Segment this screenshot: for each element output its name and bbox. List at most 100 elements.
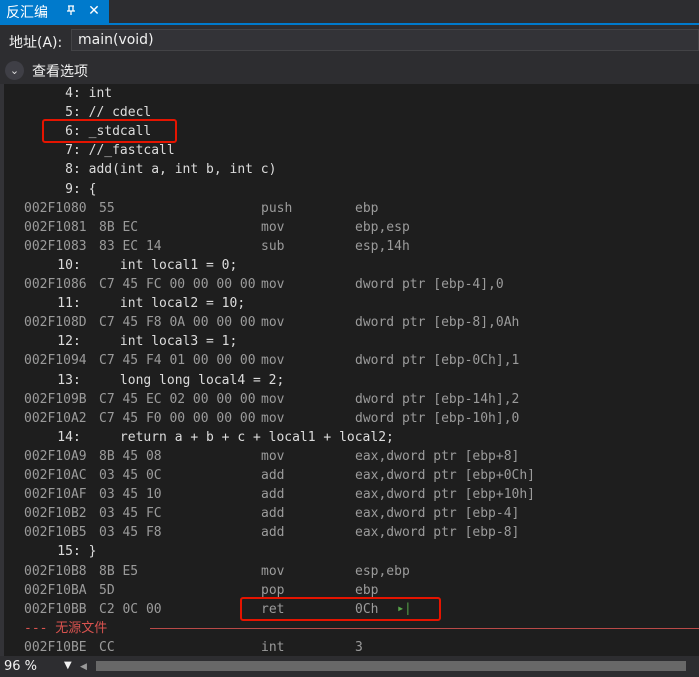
asm-bytes: 8B EC [99, 219, 139, 235]
asm-mnemonic: mov [261, 448, 285, 464]
asm-address: 002F10BE [24, 639, 87, 655]
asm-address: 002F10BA [24, 582, 87, 598]
run-to-cursor-icon[interactable]: ▸| [397, 601, 411, 615]
asm-line: 002F1094 C7 45 F4 01 00 00 00 mov dword ptr… [24, 351, 694, 370]
asm-operands: dword ptr [ebp-8],0Ah [355, 315, 520, 331]
no-source-separator: --- 无源文件 [24, 619, 699, 638]
asm-mnemonic: add [261, 468, 285, 483]
asm-mnemonic: sub [261, 238, 285, 254]
asm-line: 002F10AF 03 45 10 add eax,dword ptr [ebp+10… [24, 485, 694, 504]
disassembly-view[interactable]: 4: int 5: // cdecl 6: _stdcall 7: //_fas… [0, 84, 699, 656]
asm-address: 002F10AC [24, 468, 87, 483]
source-line: 9: { [26, 181, 97, 197]
asm-line: 002F1081 8B EC mov ebp,esp [24, 218, 694, 237]
asm-bytes: 5D [99, 582, 115, 598]
source-line: 15: } [26, 544, 97, 560]
asm-mnemonic: add [261, 506, 285, 522]
asm-line: 002F108D C7 45 F8 0A 00 00 00 mov dword ptr… [24, 313, 694, 332]
asm-line: 002F10AC 03 45 0C add eax,dword ptr [ebp+0C… [24, 466, 694, 485]
tab-title: 反汇编 [6, 4, 48, 21]
asm-address: 002F10B2 [24, 506, 87, 522]
asm-mnemonic: add [261, 525, 285, 541]
chevron-down-icon[interactable]: ▼ [64, 660, 72, 671]
source-line: 13: long long local4 = 2; [26, 372, 285, 388]
asm-address: 002F10A2 [24, 410, 87, 426]
asm-line: 002F1083 83 EC 14 sub esp,14h [24, 237, 694, 256]
asm-operands: ebp [355, 200, 379, 216]
asm-line: 002F1086 C7 45 FC 00 00 00 00 mov dword ptr… [24, 275, 694, 294]
asm-address: 002F10B5 [24, 525, 87, 541]
asm-bytes: CC [99, 639, 115, 655]
asm-bytes: 03 45 10 [99, 487, 162, 503]
asm-mnemonic: mov [261, 410, 285, 426]
asm-bytes: 8B E5 [99, 563, 139, 579]
highlight-stdcall [42, 119, 177, 144]
source-line: 12: int local3 = 1; [26, 334, 238, 350]
horizontal-scrollbar-thumb[interactable] [96, 661, 686, 671]
asm-mnemonic: int [261, 639, 285, 655]
asm-address: 002F10A9 [24, 448, 87, 464]
asm-address: 002F1081 [24, 219, 87, 235]
asm-mnemonic: mov [261, 315, 285, 331]
asm-bytes: 03 45 0C [99, 468, 162, 483]
asm-line: 002F10A9 8B 45 08 mov eax,dword ptr [ebp+8] [24, 447, 694, 466]
asm-operands: esp,ebp [355, 563, 410, 579]
asm-address: 002F1086 [24, 277, 87, 292]
asm-operands: esp,14h [355, 238, 410, 254]
asm-bytes: 03 45 FC [99, 506, 162, 522]
asm-operands: 3 [355, 639, 363, 655]
tab-disassembly[interactable]: 反汇编 ✕ [0, 0, 109, 23]
asm-mnemonic: add [261, 487, 285, 503]
asm-operands: eax,dword ptr [ebp-8] [355, 525, 520, 541]
asm-address: 002F109B [24, 391, 87, 407]
asm-operands: eax,dword ptr [ebp+8] [355, 448, 520, 464]
asm-bytes: 03 45 F8 [99, 525, 162, 541]
asm-address: 002F1094 [24, 353, 87, 369]
asm-address: 002F10AF [24, 487, 87, 503]
asm-bytes: 55 [99, 200, 115, 216]
separator-label: --- 无源文件 [24, 620, 108, 636]
chevron-down-icon[interactable]: ⌄ [5, 61, 24, 80]
source-line: 14: return a + b + c + local1 + local2; [26, 429, 394, 445]
view-options-label[interactable]: 查看选项 [32, 61, 88, 81]
asm-address: 002F1080 [24, 200, 87, 216]
asm-line: 002F10BE CC int 3 [24, 638, 694, 657]
asm-operands: dword ptr [ebp-10h],0 [355, 410, 520, 426]
asm-mnemonic: mov [261, 563, 285, 579]
asm-line: 002F10B2 03 45 FC add eax,dword ptr [ebp-4] [24, 504, 694, 523]
asm-bytes: C7 45 F4 01 00 00 00 [99, 353, 256, 369]
asm-operands: dword ptr [ebp-4],0 [355, 277, 504, 292]
scroll-left-icon[interactable]: ◀ [80, 662, 87, 672]
asm-bytes: C7 45 F8 0A 00 00 00 [99, 315, 256, 331]
address-input[interactable]: main(void) [71, 29, 699, 51]
asm-operands: dword ptr [ebp-0Ch],1 [355, 353, 520, 369]
asm-bytes: C2 0C 00 [99, 601, 162, 617]
asm-mnemonic: mov [261, 353, 285, 369]
asm-bytes: 83 EC 14 [99, 238, 162, 254]
separator-rule [150, 627, 699, 629]
address-label: 地址(A): [9, 35, 63, 51]
source-line: 8: add(int a, int b, int c) [26, 162, 277, 178]
asm-operands: ebp,esp [355, 219, 410, 235]
address-bar: 地址(A): main(void) [0, 25, 699, 56]
pin-icon[interactable] [63, 3, 79, 19]
asm-address: 002F1083 [24, 238, 87, 254]
asm-address: 002F10BB [24, 601, 87, 617]
asm-line: 002F10A2 C7 45 F0 00 00 00 00 mov dword ptr… [24, 409, 694, 428]
asm-line: 002F10B5 03 45 F8 add eax,dword ptr [ebp-8] [24, 523, 694, 542]
close-icon[interactable]: ✕ [86, 3, 102, 19]
asm-mnemonic: push [261, 200, 293, 216]
asm-bytes: C7 45 FC 00 00 00 00 [99, 277, 256, 292]
view-options-bar: ⌄ 查看选项 [0, 56, 699, 84]
source-line: 4: int [26, 86, 113, 101]
asm-mnemonic: mov [261, 219, 285, 235]
source-line: 10: int local1 = 0; [26, 257, 238, 273]
asm-operands: eax,dword ptr [ebp+0Ch] [355, 468, 536, 483]
asm-operands: dword ptr [ebp-14h],2 [355, 391, 520, 407]
source-line: 7: //_fastcall [26, 143, 175, 159]
asm-bytes: C7 45 EC 02 00 00 00 [99, 391, 256, 407]
zoom-level[interactable]: 96 % [4, 659, 37, 674]
asm-line: 002F1080 55 push ebp [24, 199, 694, 218]
asm-line: 002F109B C7 45 EC 02 00 00 00 mov dword ptr… [24, 390, 694, 409]
asm-address: 002F108D [24, 315, 87, 331]
